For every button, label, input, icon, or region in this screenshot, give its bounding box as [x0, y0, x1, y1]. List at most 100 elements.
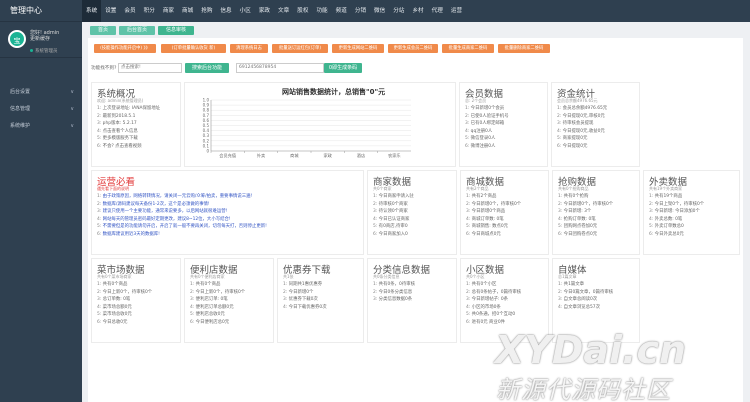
list-item: 2: 最新到2018.5.1 [97, 113, 136, 119]
list-item: 4: qq注册0人 [465, 128, 493, 134]
tab-13[interactable]: 频道 [332, 0, 351, 22]
tab-0[interactable]: 系统 [82, 0, 102, 22]
panel-coupon: 优惠券下载 共1张 1: 同期共1惠优惠券 2: 今日新增0个 3: 优惠券下载0次… [277, 258, 364, 343]
list-item: 3: 便利店订单: 0笔 [190, 297, 228, 303]
sidebar-item-label: 信息管理 [10, 106, 31, 112]
list-item: 4: 点击查看个人信息 [97, 128, 138, 134]
list-item: 3: php版本: 5.2.17 [97, 121, 137, 127]
tab-5[interactable]: 商城 [178, 0, 197, 22]
tab-2[interactable]: 会员 [120, 0, 139, 22]
action-button-confirm-receipt[interactable]: (订单批量确认收货 新) [161, 44, 226, 53]
list-item: 5: 商家提现0元 [557, 136, 588, 142]
sidebar: 管理中心 宝 您好! admin 更新缓存 系统管理员 后台设置 ∨ 信息管理 … [0, 0, 82, 402]
action-button-shop-qrcode[interactable]: 批量生成商家二维码 [442, 44, 494, 53]
list-item: 4: 网站每天的管理员密码最好定期更改，建议8~12位，大小写结合! [97, 216, 231, 222]
panel-list: 1: 共有0个商品 2: 今日上新0个，待审核0个 3: 总订单数: 0笔 4: 菜市… [97, 281, 152, 327]
tab-3[interactable]: 积分 [140, 0, 159, 22]
list-item: 3: 分类信息数据0条 [373, 297, 413, 303]
tab-12[interactable]: 功能 [312, 0, 331, 22]
list-item: 2: 今日0条分类信息 [373, 289, 413, 295]
panel-list: 1: 共有0个商品 2: 今日上新0个，待审核0个 3: 便利店订单: 0笔 4: 便… [190, 281, 245, 327]
list-item: 5: 不需要但是的功能请勿开启，开启了就一般不要再关闭，切勿每天打，否则停止更新… [97, 224, 267, 230]
list-item: 2: 待审核0个商家 [373, 201, 408, 207]
list-item: 3: 待审核会员提现 [557, 121, 594, 127]
list-item: 6: 今日团购卷点0元 [558, 231, 598, 237]
tab-19[interactable]: 运营 [447, 0, 466, 22]
action-button-send-redpacket[interactable]: 批量送订运红包(订单) [272, 44, 328, 53]
list-item: 6: 今日外卖总0元 [649, 231, 684, 237]
search-admin-button[interactable]: 搜索后台功能 [185, 63, 229, 73]
sidebar-item-settings[interactable]: 后台设置 ∨ [0, 84, 82, 101]
tab-info-review[interactable]: 信息审核 [158, 26, 195, 35]
generate-barcode-button[interactable]: 0即生成条码 [324, 63, 362, 73]
tab-16[interactable]: 分站 [389, 0, 408, 22]
list-item: 4: 抢购订单数: 0笔 [558, 216, 596, 222]
avatar[interactable]: 宝 [8, 30, 26, 48]
tab-6[interactable]: 抢购 [197, 0, 216, 22]
watermark-logo: XYDai.cn [495, 328, 687, 372]
tab-10[interactable]: 文章 [274, 0, 293, 22]
tab-4[interactable]: 商家 [159, 0, 178, 22]
tab-7[interactable]: 信息 [216, 0, 235, 22]
barcode-input[interactable]: 6912456878954 [236, 63, 324, 73]
panel-list: 1: 同期共1惠优惠券 2: 今日新增0个 3: 优惠券下载0次 4: 今日下载优惠券… [283, 281, 327, 311]
panel-funds: 资金统计 会员总余额4976.65元 1: 会员总余额4976.65元 2: 今日… [551, 82, 640, 167]
list-item: 1: 共有2个商品 [466, 194, 497, 199]
panel-market: 菜市场数据 共有0个菜市场商家 1: 共有0个商品 2: 今日上新0个，待审核0个… [91, 258, 181, 343]
user-profile: 宝 您好! admin 更新缓存 系统管理员 [0, 22, 82, 58]
list-item: 1: 今日商家申请入驻 [373, 194, 414, 199]
panel-subtitle: 共1张 [283, 274, 294, 279]
tab-17[interactable]: 乡村 [408, 0, 427, 22]
tab-8[interactable]: 小区 [236, 0, 255, 22]
tab-15[interactable]: 微信 [370, 0, 389, 22]
breadcrumb: 首页 后台首页 信息审核 [90, 26, 197, 35]
list-item: 5: 菜市场总收0元 [97, 312, 132, 318]
action-button-clear-log[interactable]: 清理系统日志 [230, 44, 268, 53]
action-button-enable[interactable]: (技能操作功能开启中) 》》 [94, 44, 156, 53]
x-tick-label: 农家乐 [388, 152, 401, 159]
tab-9[interactable]: 家政 [255, 0, 274, 22]
list-item: 2: 今日新增0个，待审核0个 [558, 201, 614, 207]
list-item: 6: 今日总收0元 [97, 319, 128, 325]
refresh-cache-link[interactable]: 更新缓存 [30, 36, 59, 42]
list-item: 3: 自文章总阅读0次 [558, 297, 598, 303]
list-item: 5: 更多模版服务下载 [97, 136, 138, 142]
panel-system: 系统概况 欢迎: admin(系统管理员) 1: 上次登录地址: IANA保留地… [91, 82, 181, 167]
list-item: 5: 外卖订单数总0 [649, 224, 684, 230]
list-item: 3: 待认领0个商家 [373, 209, 408, 215]
panel-subtitle: 共有0个菜市场商家 [97, 274, 132, 279]
panel-list: 1: 共有0条，0待审核 2: 今日0条分类信息 3: 分类信息数据0条 [373, 281, 415, 304]
list-item: 1: 共有0个商品 [97, 282, 128, 287]
watermark-text: 新源代源码社区 [496, 376, 671, 402]
tab-18[interactable]: 代理 [428, 0, 447, 22]
action-button-site-qrcode[interactable]: 更新生成网站二维码 [332, 44, 384, 53]
panel-subtitle: 欢迎: admin(系统管理员) [97, 98, 144, 103]
list-item: 2: 今日0篇文章，0篇待审核 [558, 289, 614, 295]
panel-member: 会员数据 总: 2个会员 1: 今日新增0个会员 2: 已使0人验证手机号 3: 已… [459, 82, 548, 167]
sales-chart: 1.00.90.80.70.60.50.40.30.20.10会员充值 外卖 商城家… [203, 98, 411, 159]
panel-list: 1: 今日商家申请入驻 2: 待审核0个商家 3: 待认领0个商家 4: 今日已认证商… [373, 193, 414, 239]
panel-shop: 商家数据 共0个商家 1: 今日商家申请入驻 2: 待审核0个商家 3: 待认领0个… [367, 170, 457, 255]
sidebar-item-maintenance[interactable]: 系统维护 ∨ [0, 118, 82, 135]
list-item: 2: 今日新增0个，待审核0个 [466, 201, 522, 207]
list-item: 6: 今日商家加入0 [373, 231, 408, 237]
list-item: 3: 今日新增0个商品 [466, 209, 506, 215]
list-item: 5: 共0条通，招0个互动0 [466, 312, 516, 318]
action-button-delete-qrcode[interactable]: 批量删除商家二维码 [498, 44, 550, 53]
y-tick-label: 0 [206, 149, 209, 154]
search-input[interactable]: 点击搜索! [118, 63, 182, 73]
panel-must-read: 运营必看 遇先看下面的说明 1: 由于政策原因，网络转转情况，请关闭一元云购/众… [91, 170, 364, 255]
tab-admin-home[interactable]: 后台首页 [119, 26, 156, 35]
action-button-member-qrcode[interactable]: 更新生成会员二维码 [388, 44, 438, 53]
list-item: 4: 外卖总数: 0笔 [649, 216, 683, 222]
list-item: 1: 由于政策原因，网络转转情况，请关闭一元云购/众筹/拍卖，重要事情说三遍! [97, 194, 253, 199]
sidebar-item-info[interactable]: 信息管理 ∨ [0, 101, 82, 118]
panel-list: 1: 今日新增0个会员 2: 已使0人验证手机号 3: 已有0人绑定邮箱 4: qq注… [465, 105, 509, 151]
sidebar-item-label: 后台设置 [10, 89, 31, 95]
list-item: 2: 今日新增0个 [283, 289, 314, 295]
tab-home[interactable]: 首页 [90, 26, 117, 35]
tab-1[interactable]: 设置 [101, 0, 120, 22]
tab-14[interactable]: 分销 [351, 0, 370, 22]
list-item: 3: 今日新增: 今日添加0个 [649, 209, 700, 215]
tab-11[interactable]: 股权 [293, 0, 312, 22]
